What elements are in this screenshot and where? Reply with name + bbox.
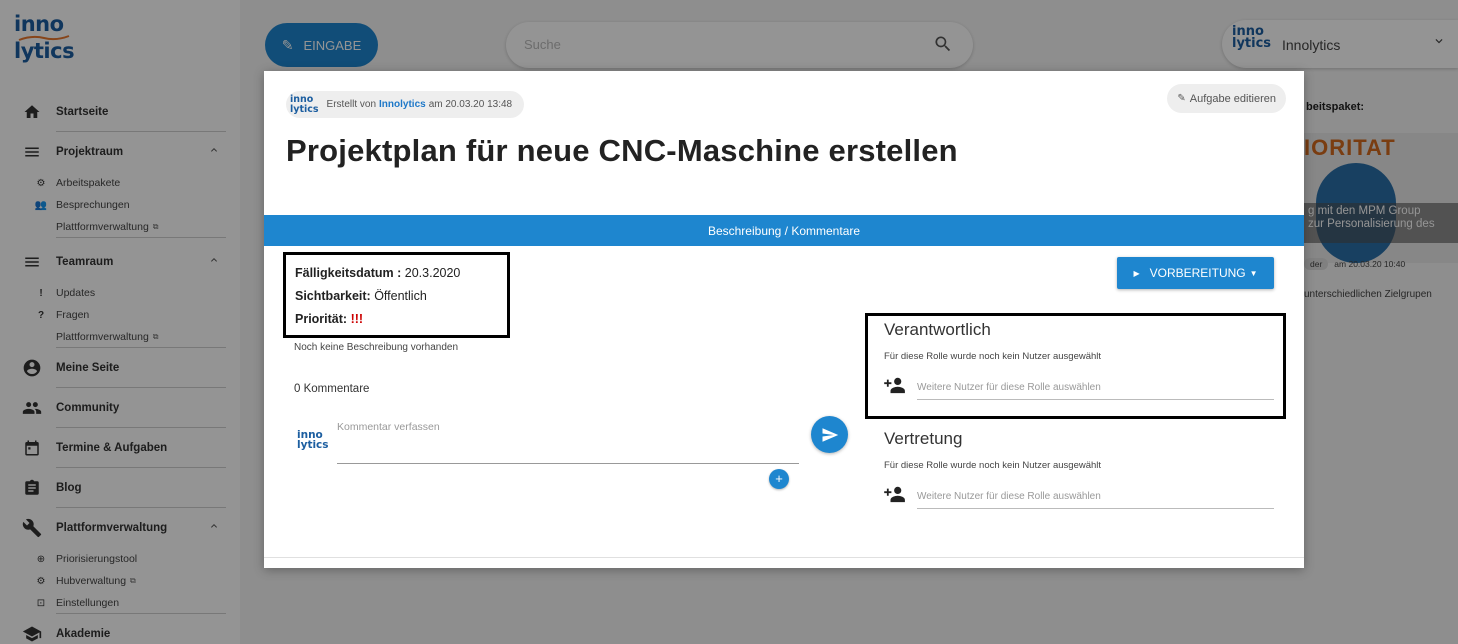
task-info-box: Fälligkeitsdatum : 20.3.2020 Sichtbarkei… (283, 252, 510, 338)
description-text: Noch keine Beschreibung vorhanden (294, 342, 458, 353)
add-user-icon (884, 376, 906, 399)
page-title: Projektplan für neue CNC-Maschine erstel… (286, 133, 958, 168)
avatar: inno lytics (290, 94, 319, 115)
user-select-input[interactable]: Weitere Nutzer für diese Rolle auswählen (917, 380, 1274, 400)
pencil-icon: ✎ (1177, 93, 1186, 104)
visibility-value: Öffentlich (374, 289, 427, 303)
send-comment-button[interactable] (811, 416, 848, 453)
comments-count: 0 Kommentare (294, 383, 370, 395)
edit-task-button[interactable]: ✎ Aufgabe editieren (1167, 84, 1286, 113)
send-icon (822, 427, 838, 442)
creator-chip: inno lytics Erstellt von Innolytics am 20… (286, 91, 525, 118)
tab-beschreibung-kommentare[interactable]: Beschreibung / Kommentare (264, 215, 1304, 246)
status-dropdown-button[interactable]: ▶ VORBEREITUNG ▼ (1117, 257, 1274, 289)
role-verantwortlich: Verantwortlich Für diese Rolle wurde noc… (884, 320, 1274, 402)
add-attachment-button[interactable]: + (769, 469, 789, 489)
comment-input[interactable]: Kommentar verfassen (337, 417, 799, 464)
role-vertretung: Vertretung Für diese Rolle wurde noch ke… (884, 429, 1274, 511)
play-icon: ▶ (1133, 268, 1140, 278)
user-select-input[interactable]: Weitere Nutzer für diese Rolle auswählen (917, 489, 1274, 509)
add-user-icon (884, 485, 906, 508)
divider (264, 557, 1304, 558)
task-detail-modal: inno lytics Erstellt von Innolytics am 20… (264, 71, 1304, 568)
due-date-value: 20.3.2020 (404, 266, 461, 280)
avatar: inno lytics (297, 429, 329, 451)
caret-down-icon: ▼ (1249, 268, 1258, 278)
priority-value: !!! (350, 312, 364, 326)
